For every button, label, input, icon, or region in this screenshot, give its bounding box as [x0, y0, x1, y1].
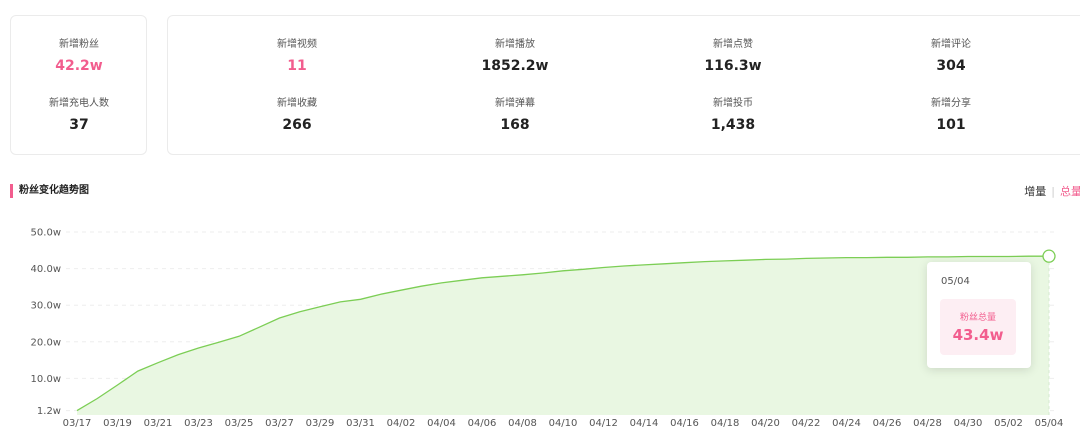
- x-tick-label: 04/06: [468, 418, 497, 429]
- x-tick-label: 04/20: [751, 418, 780, 429]
- x-tick-label: 04/02: [387, 418, 416, 429]
- x-tick-label: 04/28: [913, 418, 942, 429]
- x-tick-label: 04/10: [549, 418, 578, 429]
- y-axis-ticks: 1.2w 10.0w 20.0w 30.0w 40.0w 50.0w: [31, 228, 61, 418]
- y-tick-label: 30.0w: [31, 301, 61, 312]
- x-tick-label: 04/16: [670, 418, 699, 429]
- y-tick-label: 50.0w: [31, 228, 61, 239]
- x-tick-label: 05/02: [994, 418, 1023, 429]
- x-tick-label: 03/25: [225, 418, 254, 429]
- x-tick-label: 05/04: [1035, 418, 1064, 429]
- x-tick-label: 04/18: [711, 418, 740, 429]
- x-tick-label: 03/21: [144, 418, 173, 429]
- x-tick-label: 03/17: [63, 418, 92, 429]
- x-tick-label: 04/24: [832, 418, 861, 429]
- area-fill: [77, 256, 1049, 415]
- tooltip-value-box: 粉丝总量 43.4w: [940, 299, 1016, 355]
- y-tick-label: 10.0w: [31, 374, 61, 385]
- y-tick-label: 20.0w: [31, 337, 61, 348]
- x-tick-label: 03/23: [184, 418, 213, 429]
- hover-point: [1042, 249, 1056, 263]
- x-tick-label: 04/22: [792, 418, 821, 429]
- x-tick-label: 04/30: [954, 418, 983, 429]
- x-tick-label: 04/14: [630, 418, 659, 429]
- x-tick-label: 03/19: [103, 418, 132, 429]
- fans-trend-chart: 1.2w 10.0w 20.0w 30.0w 40.0w 50.0w 03/17 03/19…: [31, 228, 1064, 430]
- x-tick-label: 04/08: [508, 418, 537, 429]
- x-tick-label: 04/26: [873, 418, 902, 429]
- x-tick-label: 04/12: [589, 418, 618, 429]
- x-tick-label: 03/27: [265, 418, 294, 429]
- tooltip-label: 粉丝总量: [959, 313, 996, 323]
- x-axis-ticks: 03/17 03/19 03/21 03/23 03/25 03/27 03/29 03/31…: [63, 418, 1064, 429]
- tooltip-value: 43.4w: [952, 326, 1004, 344]
- y-tick-label: 40.0w: [31, 264, 61, 275]
- y-tick-label: 1.2w: [37, 406, 61, 417]
- tooltip: 05/04 粉丝总量 43.4w: [927, 262, 1031, 368]
- x-tick-label: 03/31: [346, 418, 375, 429]
- x-tick-label: 03/29: [306, 418, 335, 429]
- x-tick-label: 04/04: [427, 418, 456, 429]
- tooltip-date: 05/04: [941, 276, 970, 287]
